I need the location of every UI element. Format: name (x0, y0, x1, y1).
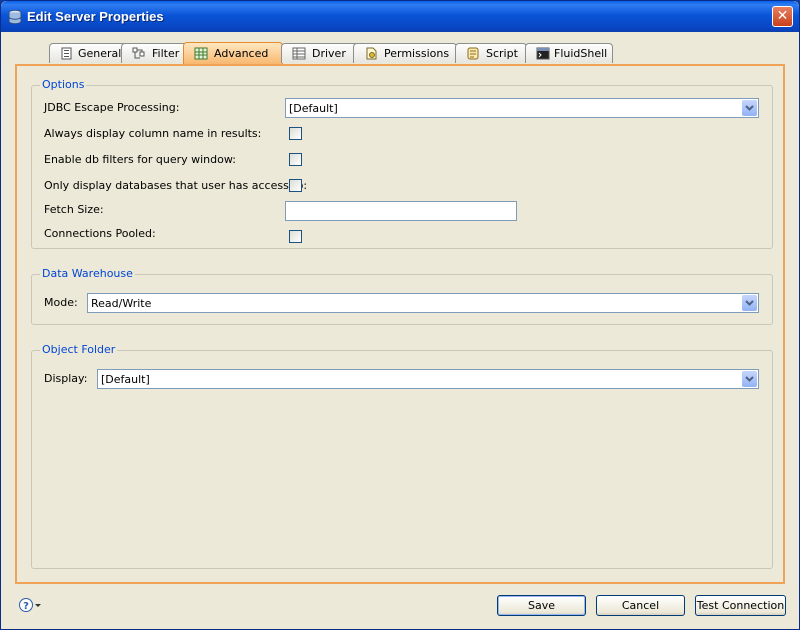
chevron-down-icon[interactable] (742, 100, 757, 116)
cancel-button[interactable]: Cancel (596, 595, 685, 616)
window-title: Edit Server Properties (27, 9, 164, 24)
tab-driver-label: Driver (312, 47, 346, 60)
jdbc-escape-processing-select[interactable]: [Default] (285, 98, 759, 118)
data-warehouse-group: Data Warehouse Mode: Read/Write (31, 267, 773, 325)
tab-script-label: Script (486, 47, 518, 60)
advanced-tab-panel: Options JDBC Escape Processing: [Default… (15, 64, 785, 584)
data-warehouse-legend: Data Warehouse (40, 267, 135, 280)
tab-driver[interactable]: Driver (281, 43, 359, 63)
object-folder-legend: Object Folder (40, 343, 118, 356)
close-icon: ✕ (776, 8, 789, 24)
help-button[interactable]: ? (19, 597, 43, 613)
fetch-size-input[interactable] (285, 201, 517, 221)
tab-script[interactable]: Script (455, 43, 527, 63)
save-button[interactable]: Save (497, 595, 586, 616)
connections-pooled-checkbox[interactable] (289, 230, 302, 243)
fluidshell-icon (536, 47, 550, 60)
always-display-column-name-checkbox[interactable] (289, 127, 302, 140)
advanced-icon (194, 47, 208, 60)
permissions-icon (364, 47, 378, 60)
chevron-down-icon[interactable] (742, 371, 757, 387)
filter-icon (132, 47, 146, 60)
title-bar[interactable]: Edit Server Properties ✕ (1, 1, 799, 32)
jdbc-escape-processing-label: JDBC Escape Processing: (44, 101, 180, 114)
tab-permissions[interactable]: Permissions (353, 43, 457, 63)
jdbc-escape-processing-value: [Default] (289, 102, 338, 115)
enable-db-filters-checkbox[interactable] (289, 153, 302, 166)
only-display-databases-label: Only display databases that user has acc… (44, 179, 308, 192)
display-select[interactable]: [Default] (97, 369, 759, 389)
tab-advanced-label: Advanced (214, 47, 269, 60)
options-group: Options JDBC Escape Processing: [Default… (31, 78, 773, 249)
tab-fluidshell-label: FluidShell (554, 47, 608, 60)
always-display-column-name-label: Always display column name in results: (44, 127, 262, 140)
close-button[interactable]: ✕ (772, 6, 793, 27)
connections-pooled-label: Connections Pooled: (44, 227, 156, 240)
mode-select[interactable]: Read/Write (87, 293, 759, 313)
fetch-size-label: Fetch Size: (44, 203, 104, 216)
display-value: [Default] (101, 373, 150, 386)
tab-fluidshell[interactable]: FluidShell (525, 43, 613, 63)
object-folder-group: Object Folder Display: [Default] (31, 343, 773, 569)
mode-value: Read/Write (91, 297, 152, 310)
driver-icon (292, 47, 306, 60)
mode-label: Mode: (44, 296, 78, 309)
svg-text:?: ? (23, 601, 29, 612)
script-icon (466, 47, 480, 60)
options-legend: Options (40, 78, 87, 91)
test-connection-button[interactable]: Test Connection (695, 595, 786, 616)
tab-permissions-label: Permissions (384, 47, 450, 60)
server-icon (7, 9, 23, 25)
general-icon (60, 47, 74, 60)
edit-server-properties-dialog: Edit Server Properties ✕ General Filter … (0, 0, 800, 630)
enable-db-filters-label: Enable db filters for query window: (44, 153, 236, 166)
display-label: Display: (44, 372, 88, 385)
only-display-databases-checkbox[interactable] (289, 179, 302, 192)
tab-advanced[interactable]: Advanced (183, 42, 283, 64)
tab-general-label: General (78, 47, 122, 60)
tab-filter-label: Filter (152, 47, 180, 60)
chevron-down-icon[interactable] (742, 295, 757, 311)
